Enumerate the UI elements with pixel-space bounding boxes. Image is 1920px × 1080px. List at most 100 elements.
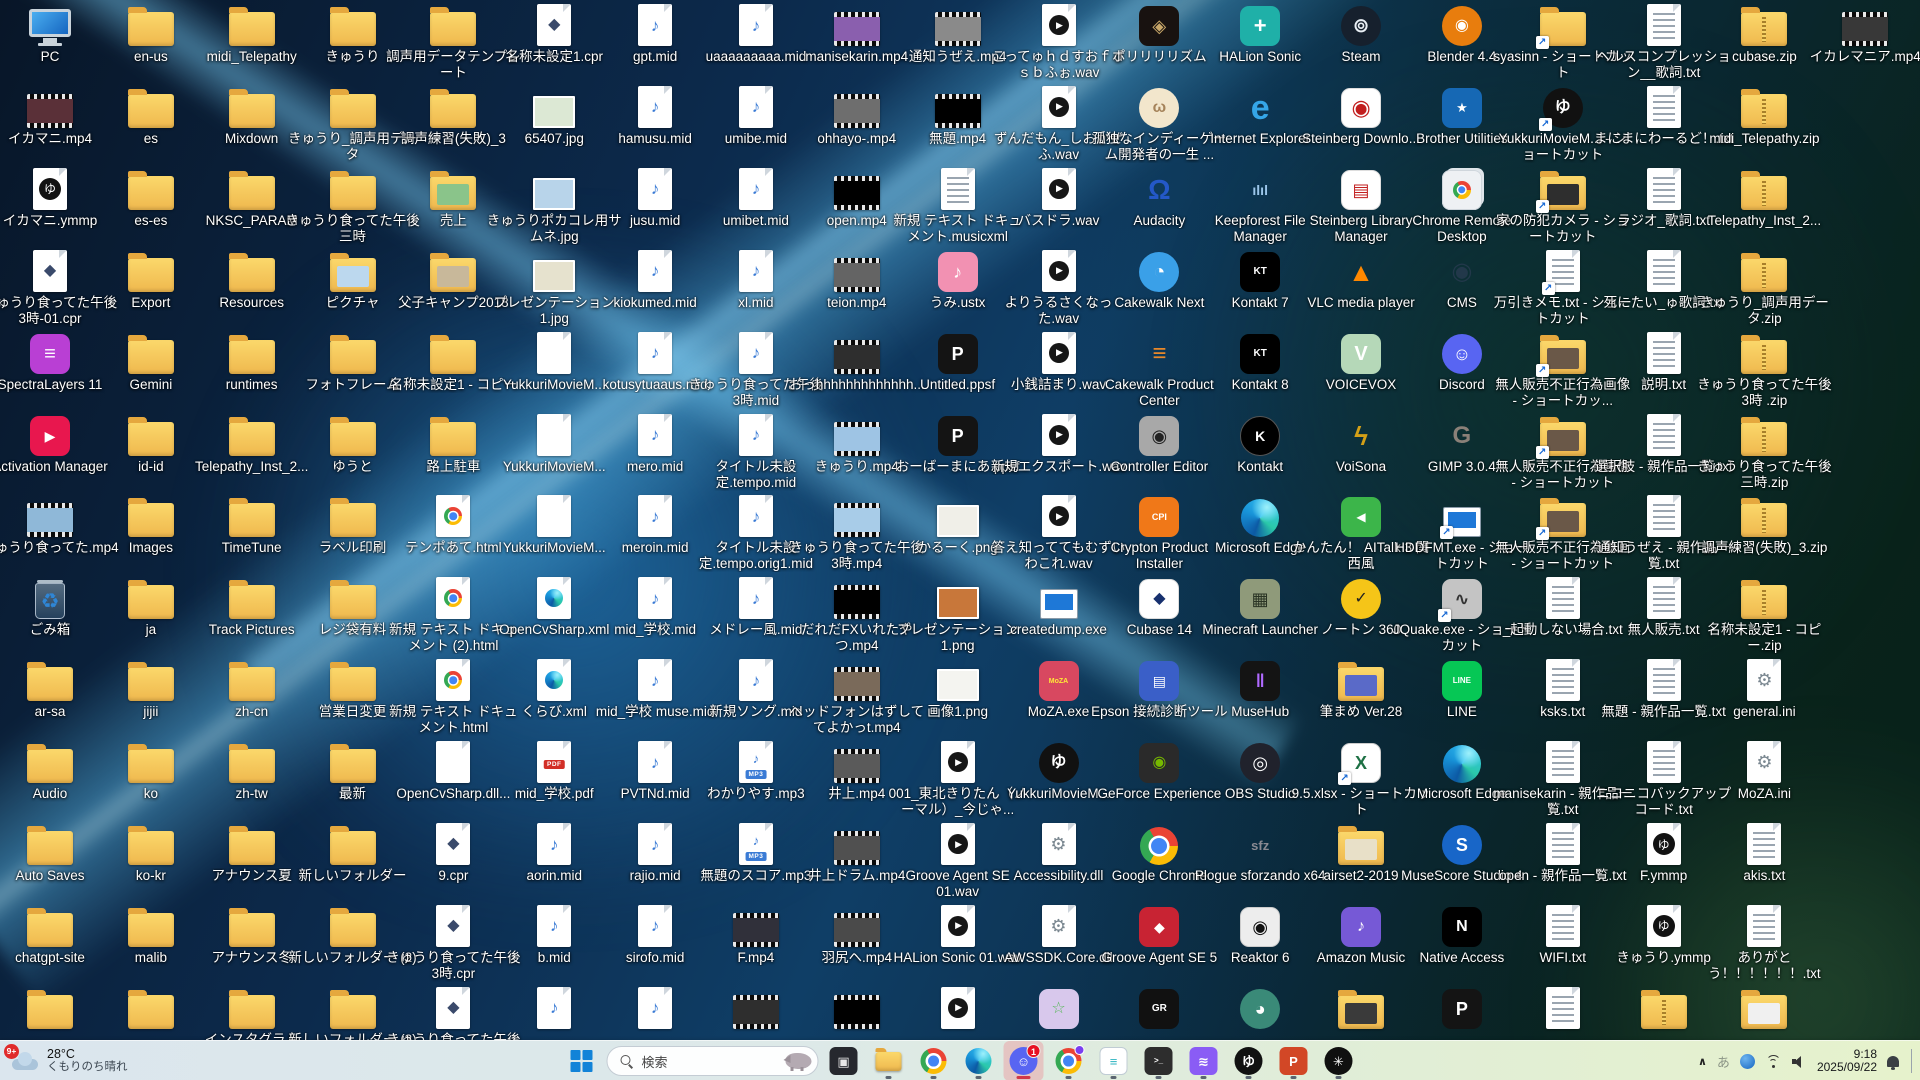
tray-chevron-up-icon[interactable]: ∧ — [1698, 1055, 1707, 1068]
desktop-icon[interactable]: 調声練習(失敗)_3.zip — [1694, 493, 1834, 556]
document-icon — [537, 413, 572, 456]
icon-label: きゅうり食ってた午後三時.zip — [1697, 458, 1832, 490]
midi-file-icon: ♪ — [738, 249, 773, 292]
icon-label: general.ini — [1733, 704, 1796, 720]
folder-icon: ↗ — [1535, 7, 1586, 49]
app-icon: ◆ — [1139, 906, 1180, 947]
desktop-icon[interactable]: ⚙ general.ini — [1694, 657, 1834, 720]
volume-icon[interactable] — [1791, 1055, 1807, 1068]
app-icon: P — [937, 333, 978, 374]
taskbar-notepad[interactable]: ≡ — [1094, 1041, 1134, 1080]
taskbar-search[interactable]: 検索 — [606, 1046, 819, 1076]
wav-file-icon: ▶ — [1041, 495, 1076, 538]
text-file-icon — [1545, 577, 1580, 620]
text-file-icon — [1646, 577, 1681, 620]
folder-icon — [228, 662, 275, 702]
midi-file-icon: ♪ — [638, 577, 673, 620]
desktop-icon[interactable] — [1694, 985, 1834, 1032]
rhino-emoji-icon — [783, 1053, 812, 1071]
desktop-icon[interactable]: midi_Telepathy.zip — [1694, 84, 1834, 147]
taskbar-chrome-profile[interactable] — [1049, 1041, 1089, 1080]
desktop-icon[interactable]: akis.txt — [1694, 821, 1834, 884]
taskbar-chrome[interactable] — [914, 1041, 954, 1080]
wav-file-icon: ▶ — [1041, 413, 1076, 456]
desktop-icon[interactable]: きゅうり食ってた午後3時 .zip — [1694, 330, 1834, 409]
taskbar-task-view[interactable]: ▣ — [824, 1041, 864, 1080]
midi-file-icon: ♪ — [638, 249, 673, 292]
taskbar-terminal[interactable]: >_ — [1139, 1041, 1179, 1080]
taskbar-stack-app[interactable]: ≋ — [1184, 1041, 1224, 1080]
desktop-icon[interactable]: ありがとう！！！！！！.txt — [1694, 903, 1834, 982]
tray-ime-icon[interactable]: あ — [1717, 1052, 1730, 1071]
video-file-icon — [833, 12, 880, 46]
show-desktop-button[interactable] — [1911, 1049, 1912, 1073]
app-icon: + — [1240, 6, 1281, 46]
notification-bell-icon[interactable] — [1887, 1055, 1899, 1070]
taskbar-weather-widget[interactable]: 9+ 28°C くもりのち晴れ — [4, 1041, 128, 1080]
folder-icon — [1741, 334, 1788, 374]
folder-icon — [430, 170, 477, 210]
chrome-icon — [920, 1048, 947, 1074]
folder-icon: ↗ — [1535, 498, 1586, 541]
folder-icon — [228, 989, 275, 1029]
taskbar-discord[interactable]: ☺ 1 — [1003, 1041, 1044, 1080]
desktop-icon[interactable]: きゅうり_調声用データ.zip — [1694, 248, 1834, 327]
cubase-project-icon: ◆ — [537, 4, 572, 46]
app-icon: ☺ — [1441, 333, 1482, 374]
config-file-icon: ⚙ — [1041, 823, 1076, 865]
app-icon: ◉ — [1139, 743, 1180, 784]
folder-icon — [1741, 416, 1788, 456]
desktop-icon[interactable]: イカレマニア.mp4 — [1795, 2, 1920, 65]
zip-zipper-icon — [1661, 999, 1666, 1025]
taskbar-center-apps: 検索 ▣ ☺ 1 ≡ >_ ≋ ゆ P ✳ — [562, 1041, 1359, 1080]
icon-label: midi_Telepathy.zip — [1709, 130, 1820, 146]
wav-file-icon: ▶ — [1041, 4, 1076, 46]
chrome-remote-desktop-icon — [1441, 169, 1482, 210]
running-indicator — [1290, 1076, 1297, 1079]
desktop-icon[interactable]: 名称未設定1 - コピー.zip — [1694, 575, 1834, 654]
desktop-icon[interactable]: ⚙ MoZA.ini — [1694, 739, 1834, 802]
taskbar-clock[interactable]: 9:18 2025/09/22 — [1817, 1047, 1877, 1075]
task-view-icon: ▣ — [829, 1047, 858, 1075]
taskbar-powerpoint[interactable]: P — [1274, 1041, 1314, 1080]
taskbar-yukkuri-movie-maker[interactable]: ゆ — [1229, 1041, 1269, 1080]
folder-icon — [1741, 7, 1788, 46]
stack-app-icon: ≋ — [1189, 1047, 1218, 1075]
taskbar-chatgpt[interactable]: ✳ — [1319, 1041, 1359, 1080]
folder-icon — [127, 334, 174, 374]
app-icon: N — [1441, 906, 1482, 947]
notepad-icon: ≡ — [1099, 1047, 1128, 1075]
app-icon: ◉ — [1441, 6, 1482, 46]
app-icon: ∿ ↗ — [1437, 579, 1482, 623]
app-icon: ◈ — [1139, 6, 1180, 46]
text-file-icon — [1545, 904, 1580, 947]
midi-file-icon: ♪ — [638, 823, 673, 865]
desktop-icon[interactable]: Telepathy_Inst_2... — [1694, 166, 1834, 229]
app-icon: ▤ — [1341, 169, 1382, 210]
image-file-icon — [533, 259, 576, 292]
folder-icon — [127, 252, 174, 292]
text-file-icon — [1646, 85, 1681, 128]
tray-app-icon[interactable] — [1739, 1053, 1755, 1069]
folder-icon — [27, 989, 73, 1029]
folder-icon — [228, 826, 275, 865]
zip-zipper-icon — [1762, 344, 1767, 370]
taskbar-start[interactable] — [562, 1041, 602, 1080]
video-file-icon — [833, 175, 880, 210]
config-file-icon: ⚙ — [1041, 904, 1076, 947]
video-file-icon — [833, 421, 880, 456]
html-file-icon — [436, 577, 471, 620]
weather-news-badge: 9+ — [4, 1044, 19, 1059]
video-file-icon — [732, 912, 779, 947]
wifi-icon[interactable] — [1765, 1055, 1782, 1068]
app-icon: sfz — [1251, 837, 1270, 853]
taskbar-edge[interactable] — [959, 1041, 999, 1080]
text-file-icon — [1747, 904, 1782, 947]
icon-label: きゅうり食ってた午後3時 .zip — [1697, 376, 1832, 408]
folder-icon — [329, 826, 376, 865]
shortcut-arrow-icon: ↗ — [1538, 117, 1552, 131]
desktop-icon[interactable]: きゅうり食ってた午後三時.zip — [1694, 412, 1834, 491]
icon-label: 調声練習(失敗)_3.zip — [1701, 540, 1828, 556]
taskbar-file-explorer[interactable] — [869, 1041, 909, 1080]
text-file-icon — [1747, 823, 1782, 865]
